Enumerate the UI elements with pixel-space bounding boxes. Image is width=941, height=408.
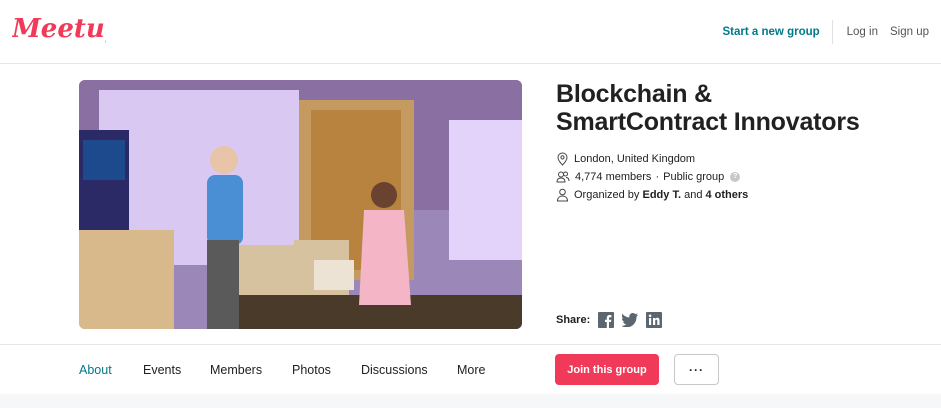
signup-link[interactable]: Sign up	[890, 26, 929, 38]
other-organizers-link[interactable]: 4 others	[706, 189, 749, 201]
share-bar: Share:	[556, 312, 670, 328]
group-tab-bar: About Events Members Photos Discussions …	[0, 344, 941, 394]
members-row: 4,774 members · Public group ?	[556, 168, 748, 186]
tab-about[interactable]: About	[79, 363, 112, 377]
tab-photos[interactable]: Photos	[292, 363, 331, 377]
tab-events[interactable]: Events	[143, 363, 181, 377]
organizer-row: Organized by Eddy T. and 4 others	[556, 186, 748, 204]
more-options-button[interactable]: ···	[674, 354, 719, 385]
start-new-group-link[interactable]: Start a new group	[723, 26, 820, 38]
location-text[interactable]: London, United Kingdom	[574, 153, 695, 165]
meetup-logo[interactable]: Meetup	[12, 13, 106, 51]
group-info: Blockchain & SmartContract Innovators	[556, 80, 916, 136]
members-count[interactable]: 4,774 members	[575, 171, 651, 183]
svg-text:Meetup: Meetup	[12, 14, 106, 44]
location-pin-icon	[557, 152, 568, 166]
members-icon	[556, 171, 570, 183]
group-cover-photo	[79, 80, 522, 329]
person-icon	[556, 188, 569, 202]
login-link[interactable]: Log in	[847, 26, 878, 38]
facebook-icon[interactable]	[598, 312, 615, 328]
tab-members[interactable]: Members	[210, 363, 262, 377]
organized-by-label: Organized by	[574, 189, 640, 201]
group-meta: London, United Kingdom 4,774 members · P…	[556, 150, 748, 204]
meta-separator: ·	[655, 171, 660, 183]
organized-and: and	[684, 189, 703, 201]
header-divider	[831, 20, 833, 44]
group-title-line-1: Blockchain &	[556, 80, 712, 108]
tab-discussions[interactable]: Discussions	[361, 363, 428, 377]
help-icon[interactable]: ?	[730, 172, 741, 182]
page-background-strip	[0, 394, 941, 408]
organizer-name[interactable]: Eddy T.	[643, 189, 682, 201]
group-title-line-2: SmartContract Innovators	[556, 108, 860, 136]
twitter-icon[interactable]	[622, 313, 639, 327]
privacy-text: Public group	[663, 171, 725, 183]
tab-more[interactable]: More	[457, 363, 485, 377]
join-group-button[interactable]: Join this group	[555, 354, 659, 385]
group-title: Blockchain & SmartContract Innovators	[556, 80, 916, 136]
top-header: Meetup Start a new group Log in Sign up	[0, 0, 941, 64]
location-row: London, United Kingdom	[556, 150, 748, 168]
linkedin-icon[interactable]	[646, 312, 663, 328]
share-label: Share:	[556, 314, 591, 326]
